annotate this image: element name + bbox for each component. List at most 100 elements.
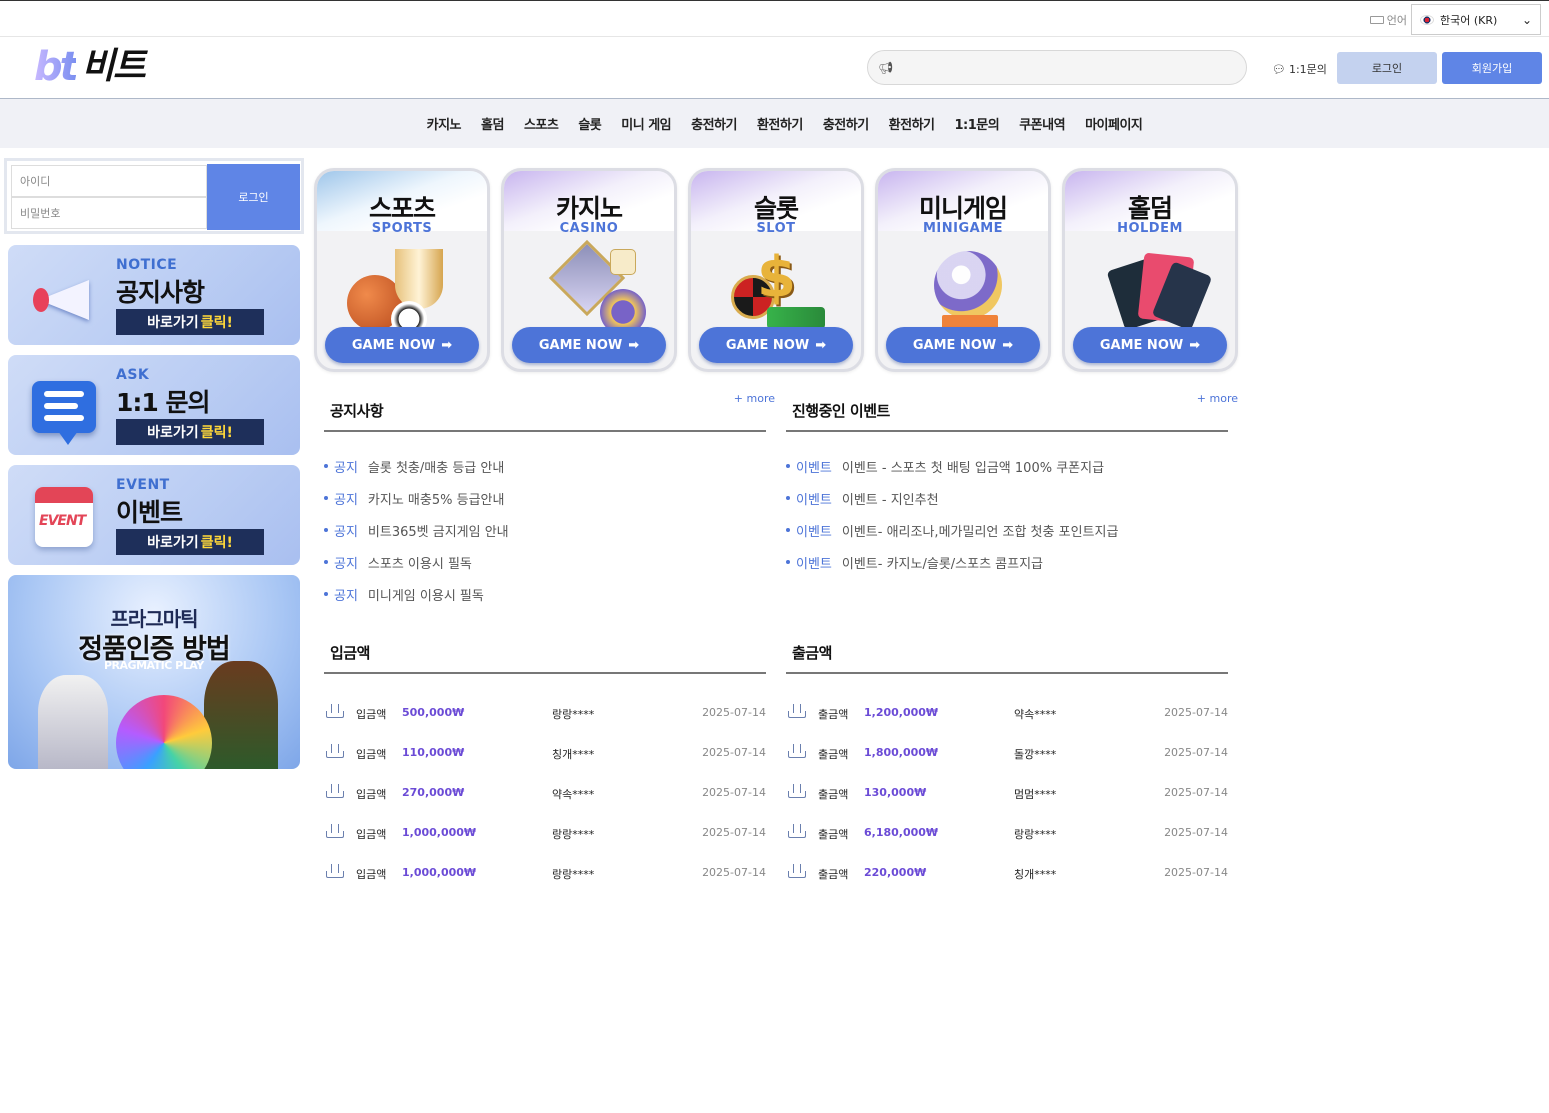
arrow-right-icon: ➡ (628, 337, 640, 353)
table-row: 출금액 130,000₩ 멈멈**** 2025-07-14 (786, 778, 1228, 818)
notice-board-title: 공지사항 (330, 402, 384, 420)
download-tray-icon (326, 864, 344, 878)
nav-item-slot[interactable]: 슬롯 (578, 114, 601, 133)
keyboard-icon (1369, 16, 1384, 24)
pragmatic-brand: PRAGMATIC PLAY (104, 659, 204, 672)
list-item[interactable]: 이벤트 이벤트 - 지인추천 (786, 482, 1228, 514)
download-tray-icon (326, 744, 344, 758)
announcement-bar: 📢︎ (867, 50, 1247, 85)
event-more-link[interactable]: + more (1197, 392, 1238, 405)
table-row: 출금액 6,180,000₩ 랑랑**** 2025-07-14 (786, 818, 1228, 858)
notice-banner[interactable]: NOTICE 공지사항 바로가기 클릭! (8, 245, 300, 345)
game-now-button[interactable]: GAME NOW ➡ (325, 327, 479, 363)
game-card-subtitle: SLOT (756, 221, 796, 236)
sidebar-login-button[interactable]: 로그인 (207, 164, 300, 230)
game-cards: 스포츠 SPORTS GAME NOW ➡ 카지노 CASINO GAME NOW… (314, 168, 1238, 372)
arrow-right-icon: ➡ (1002, 337, 1014, 353)
game-now-button[interactable]: GAME NOW ➡ (886, 327, 1040, 363)
nav-item-coupons[interactable]: 쿠폰내역 (1019, 114, 1065, 133)
notice-banner-go[interactable]: 바로가기 클릭! (116, 309, 264, 335)
language-label: 언어 (1369, 12, 1407, 28)
zeus-illustration (38, 675, 108, 769)
logo-kr: 비트 (81, 46, 146, 87)
notice-banner-title: 공지사항 (116, 278, 205, 307)
divider (786, 430, 1228, 432)
logo-en: bt (34, 44, 79, 90)
list-item[interactable]: 공지 스포츠 이용시 필독 (324, 546, 766, 578)
table-row: 출금액 1,200,000₩ 약속**** 2025-07-14 (786, 698, 1228, 738)
game-card-title: 미니게임 (918, 194, 1008, 223)
chevron-down-icon: ⌄ (1521, 12, 1532, 27)
language-select[interactable]: 한국어 (KR) ⌄ (1411, 4, 1541, 35)
ask-banner-title: 1:1 문의 (116, 388, 210, 417)
pragmatic-banner[interactable]: 프라그마틱 정품인증 방법 PRAGMATIC PLAY (8, 575, 300, 769)
join-button[interactable]: 회원가입 (1442, 52, 1542, 84)
game-card-holdem[interactable]: 홀덤 HOLDEM GAME NOW ➡ (1062, 168, 1238, 372)
main-nav: 카지노 홀덤 스포츠 슬롯 미니 게임 충전하기 환전하기 충전하기 환전하기 … (0, 99, 1549, 148)
notice-list: 공지 슬롯 첫충/매충 등급 안내 공지 카지노 매충5% 등급안내 공지 비트365… (324, 450, 766, 610)
arrow-right-icon: ➡ (1189, 337, 1201, 353)
nav-item-holdem[interactable]: 홀덤 (481, 114, 504, 133)
game-card-casino[interactable]: 카지노 CASINO GAME NOW ➡ (501, 168, 677, 372)
nav-item-mypage[interactable]: 마이페이지 (1085, 114, 1143, 133)
list-item[interactable]: 공지 카지노 매충5% 등급안내 (324, 482, 766, 514)
nav-item-exchange-2[interactable]: 환전하기 (889, 114, 935, 133)
casino-illustration (532, 239, 652, 335)
nav-item-casino[interactable]: 카지노 (427, 114, 462, 133)
list-item[interactable]: 공지 미니게임 이용시 필독 (324, 578, 766, 610)
notice-more-link[interactable]: + more (734, 392, 775, 405)
game-card-subtitle: SPORTS (371, 221, 433, 236)
site-header: bt 비트 📢︎ 💬︎ 1:1문의 로그인 회원가입 (0, 37, 1549, 99)
list-item[interactable]: 공지 비트365벳 금지게임 안내 (324, 514, 766, 546)
event-banner-go[interactable]: 바로가기 클릭! (116, 529, 264, 555)
slot-illustration: $ (719, 245, 839, 329)
arrow-right-icon: ➡ (815, 337, 827, 353)
list-item[interactable]: 공지 슬롯 첫충/매충 등급 안내 (324, 450, 766, 482)
megaphone-icon (22, 259, 106, 335)
login-box: 아이디 비밀번호 로그인 (4, 158, 304, 234)
ask-banner[interactable]: ASK 1:1 문의 바로가기 클릭! (8, 355, 300, 455)
nav-item-sports[interactable]: 스포츠 (524, 114, 559, 133)
download-tray-icon (326, 824, 344, 838)
nav-item-exchange[interactable]: 환전하기 (757, 114, 803, 133)
password-input[interactable]: 비밀번호 (11, 197, 207, 229)
game-now-button[interactable]: GAME NOW ➡ (699, 327, 853, 363)
divider (786, 672, 1228, 674)
nav-item-charge[interactable]: 충전하기 (691, 114, 737, 133)
game-card-title: 홀덤 (1127, 194, 1173, 223)
table-row: 출금액 220,000₩ 칭개**** 2025-07-14 (786, 858, 1228, 898)
calendar-icon: EVENT (22, 479, 106, 555)
site-logo[interactable]: bt 비트 (34, 44, 170, 90)
sports-illustration (345, 245, 465, 337)
megaphone-icon: 📢︎ (878, 60, 894, 75)
cowboy-illustration (204, 661, 278, 769)
game-card-minigame[interactable]: 미니게임 MINIGAME GAME NOW ➡ (875, 168, 1051, 372)
list-item[interactable]: 이벤트 이벤트 - 스포츠 첫 배팅 입금액 100% 쿠폰지급 (786, 450, 1228, 482)
game-now-button[interactable]: GAME NOW ➡ (512, 327, 666, 363)
nav-item-minigame[interactable]: 미니 게임 (621, 114, 671, 133)
game-card-title: 카지노 (555, 194, 623, 223)
event-banner[interactable]: EVENT EVENT 이벤트 바로가기 클릭! (8, 465, 300, 565)
left-sidebar: 아이디 비밀번호 로그인 NOTICE 공지사항 바로가기 클릭! ASK 1:1… (4, 158, 304, 769)
list-item[interactable]: 이벤트 이벤트- 애리조나,메가밀리언 조합 첫충 포인트지급 (786, 514, 1228, 546)
minigame-illustration (906, 245, 1026, 329)
game-card-slot[interactable]: 슬롯 SLOT $ GAME NOW ➡ (688, 168, 864, 372)
download-tray-icon (788, 744, 806, 758)
event-banner-title: 이벤트 (116, 498, 183, 527)
nav-item-charge-2[interactable]: 충전하기 (823, 114, 869, 133)
language-bar: 언어 한국어 (KR) ⌄ (0, 1, 1549, 37)
game-card-title: 슬롯 (753, 194, 799, 223)
table-row: 입금액 110,000₩ 칭개**** 2025-07-14 (324, 738, 766, 778)
nav-item-inquiry[interactable]: 1:1문의 (955, 114, 1000, 133)
download-tray-icon (326, 784, 344, 798)
id-input[interactable]: 아이디 (11, 165, 207, 197)
list-item[interactable]: 이벤트 이벤트- 카지노/슬롯/스포츠 콤프지급 (786, 546, 1228, 578)
download-tray-icon (326, 704, 344, 718)
inquiry-link[interactable]: 💬︎ 1:1문의 (1272, 61, 1327, 77)
table-row: 입금액 1,000,000₩ 랑랑**** 2025-07-14 (324, 818, 766, 858)
login-button[interactable]: 로그인 (1337, 52, 1437, 84)
game-now-button[interactable]: GAME NOW ➡ (1073, 327, 1227, 363)
game-card-sports[interactable]: 스포츠 SPORTS GAME NOW ➡ (314, 168, 490, 372)
deposit-rows: 입금액 500,000₩ 랑랑**** 2025-07-14 입금액 110,000₩ 칭… (324, 698, 766, 898)
ask-banner-go[interactable]: 바로가기 클릭! (116, 419, 264, 445)
